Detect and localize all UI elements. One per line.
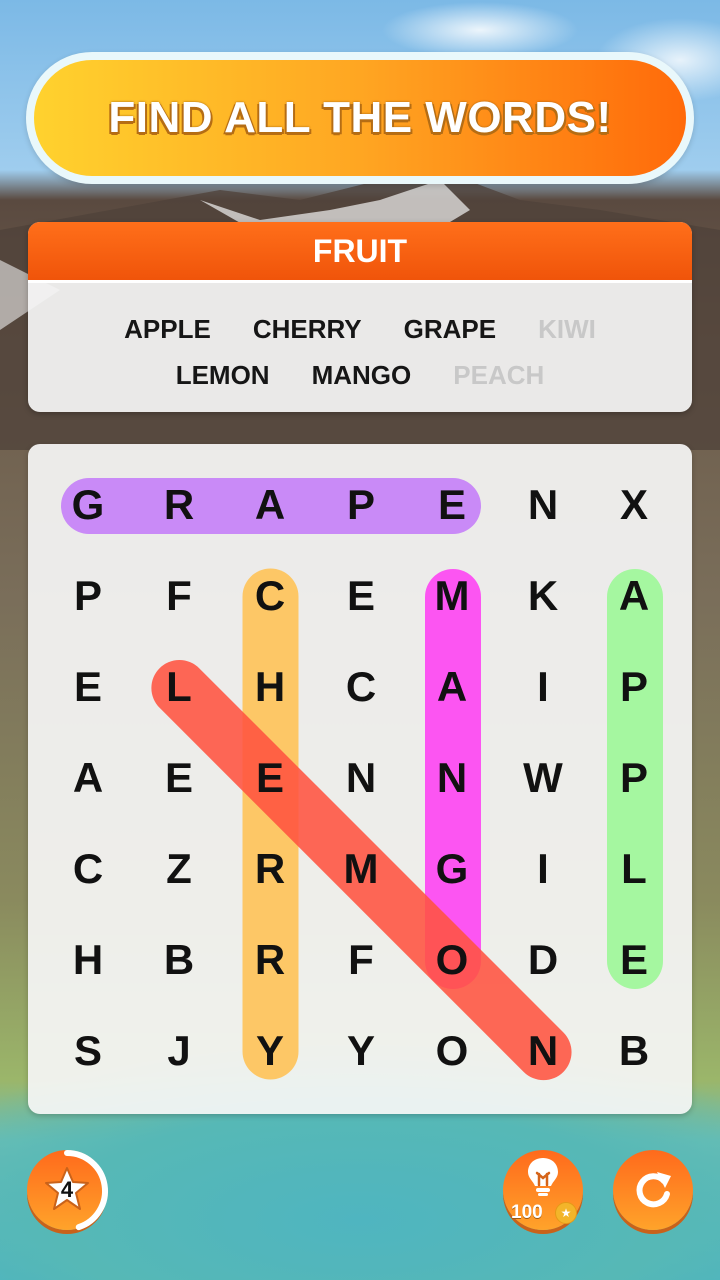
category-title: FRUIT [312, 232, 408, 269]
grid-cell[interactable]: N [498, 1006, 588, 1096]
grid-cell[interactable]: L [589, 824, 679, 914]
grid-cell[interactable]: R [134, 460, 224, 550]
restart-icon [636, 1172, 671, 1208]
grid-cell[interactable]: J [134, 1006, 224, 1096]
grid-cell[interactable]: A [589, 551, 679, 641]
grid-cell[interactable]: C [225, 551, 315, 641]
grid-cell[interactable]: R [225, 824, 315, 914]
grid-cell[interactable]: E [407, 460, 497, 550]
grid-cell[interactable]: N [407, 733, 497, 823]
grid-cell[interactable]: E [589, 915, 679, 1005]
grid-cell[interactable]: D [498, 915, 588, 1005]
grid-cell[interactable]: P [43, 551, 133, 641]
hint-cost: 100 [511, 1202, 543, 1223]
grid-cell[interactable]: H [43, 915, 133, 1005]
grid-cell[interactable]: W [498, 733, 588, 823]
grid-cell[interactable]: Y [225, 1006, 315, 1096]
lightbulb-icon [528, 1158, 558, 1196]
grid-cell[interactable]: E [225, 733, 315, 823]
grid-cell[interactable]: P [589, 642, 679, 732]
banner-text: FIND ALL THE WORDS! [108, 93, 612, 142]
grid-cell[interactable]: O [407, 915, 497, 1005]
word-peach: PEACH [453, 359, 545, 390]
grid-cell[interactable]: G [407, 824, 497, 914]
grid-cell[interactable]: I [498, 642, 588, 732]
grid-cell[interactable]: K [498, 551, 588, 641]
word-grape: GRAPE [403, 313, 497, 344]
grid-cell[interactable]: C [316, 642, 406, 732]
grid-cell[interactable]: G [43, 460, 133, 550]
grid-cell[interactable]: A [407, 642, 497, 732]
grid-cell[interactable]: M [316, 824, 406, 914]
grid-cell[interactable]: Z [134, 824, 224, 914]
grid-cell[interactable]: E [43, 642, 133, 732]
grid-cell[interactable]: M [407, 551, 497, 641]
word-list-panel: FRUIT APPLE CHERRY GRAPE KIWI LEMON MANGO PEAC… [28, 222, 692, 412]
grid-cell[interactable]: H [225, 642, 315, 732]
grid-cell[interactable]: R [225, 915, 315, 1005]
grid-cell[interactable]: O [407, 1006, 497, 1096]
grid-cell[interactable]: P [589, 733, 679, 823]
grid-cell[interactable]: A [225, 460, 315, 550]
word-apple: APPLE [124, 313, 211, 344]
coin-star-icon: ★ [555, 1202, 577, 1224]
restart-button[interactable] [613, 1150, 693, 1230]
grid-cell[interactable]: C [43, 824, 133, 914]
grid-cell[interactable]: X [589, 460, 679, 550]
grid-cell[interactable]: F [316, 915, 406, 1005]
grid-cell[interactable]: E [134, 733, 224, 823]
word-list-row: LEMON MANGO PEACH [28, 352, 692, 398]
word-list-row: APPLE CHERRY GRAPE KIWI [28, 306, 692, 352]
word-cherry: CHERRY [252, 313, 362, 344]
category-header: FRUIT [28, 222, 692, 283]
grid-cell[interactable]: S [43, 1006, 133, 1096]
hint-button[interactable]: 100 ★ [503, 1150, 583, 1230]
grid-cell[interactable]: I [498, 824, 588, 914]
grid-cell[interactable]: F [134, 551, 224, 641]
level-progress-ring [64, 1150, 108, 1231]
word-kiwi: KIWI [538, 313, 596, 344]
grid-cell[interactable]: N [316, 733, 406, 823]
instruction-banner: FIND ALL THE WORDS! [34, 60, 686, 176]
word-list: APPLE CHERRY GRAPE KIWI LEMON MANGO PEACH [28, 306, 692, 398]
grid-cell[interactable]: E [316, 551, 406, 641]
word-lemon: LEMON [175, 359, 270, 390]
letter-grid[interactable]: GRAPENXPFCEMKAELHCAIPAEENNWPCZRMGILHBRFO… [28, 444, 692, 1114]
grid-cell[interactable]: Y [316, 1006, 406, 1096]
grid-cell[interactable]: L [134, 642, 224, 732]
grid-cell[interactable]: B [589, 1006, 679, 1096]
grid-cell[interactable]: P [316, 460, 406, 550]
word-mango: MANGO [311, 359, 412, 390]
grid-cell[interactable]: N [498, 460, 588, 550]
grid-cell[interactable]: A [43, 733, 133, 823]
grid-cell[interactable]: B [134, 915, 224, 1005]
